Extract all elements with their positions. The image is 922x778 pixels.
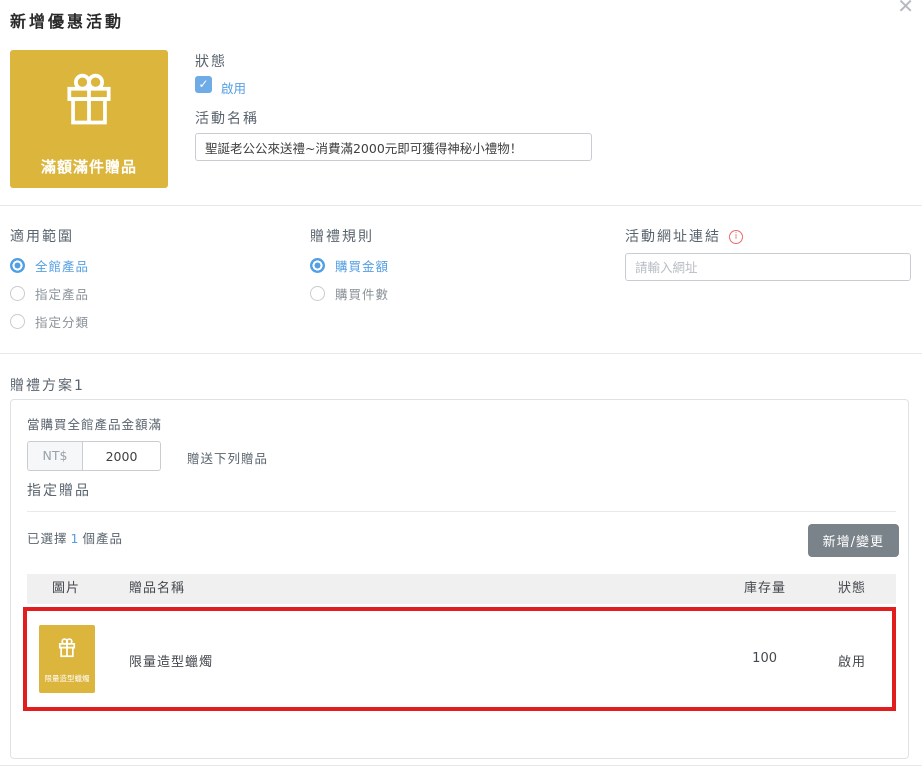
condition-suffix: 贈送下列贈品: [187, 448, 268, 467]
activity-name-input[interactable]: [195, 133, 592, 161]
status-checkbox[interactable]: ✓: [195, 76, 212, 93]
radio-label: 指定分類: [35, 312, 89, 331]
column-header-image: 圖片: [52, 574, 80, 604]
product-image-label: 限量造型蠟燭: [39, 673, 95, 684]
radio-label: 全館產品: [35, 256, 89, 275]
divider: [0, 205, 922, 206]
radio-label: 指定產品: [35, 284, 89, 303]
gift-stock-cell: 100: [727, 651, 777, 666]
status-checkbox-label[interactable]: 啟用: [221, 78, 246, 97]
column-header-name: 贈品名稱: [129, 574, 185, 604]
divider: [0, 353, 922, 354]
activity-url-section: 活動網址連結 i: [625, 226, 915, 246]
radio-unselected-icon: [310, 286, 325, 301]
selected-count-line: 已選擇1個產品: [27, 528, 123, 547]
gift-plan-card: 當購買全館產品金額滿 NT$ 贈送下列贈品 指定贈品 已選擇1個產品 新增/變更…: [10, 399, 909, 759]
activity-url-input[interactable]: [625, 253, 911, 281]
currency-prefix: NT$: [27, 441, 83, 471]
gift-name-cell: 限量造型蠟燭: [129, 651, 213, 670]
radio-specific-products[interactable]: 指定產品: [10, 284, 89, 303]
column-header-stock: 庫存量: [744, 574, 786, 604]
radio-selected-icon: [310, 258, 325, 273]
close-icon[interactable]: ✕: [897, 0, 914, 16]
gift-rule-section: 贈禮規則 購買金額 購買件數: [310, 226, 600, 246]
amount-input[interactable]: [82, 441, 161, 471]
info-icon[interactable]: i: [729, 230, 743, 244]
gift-icon: [59, 70, 119, 130]
activity-name-label: 活動名稱: [195, 108, 259, 128]
radio-selected-icon: [10, 258, 25, 273]
column-header-status: 狀態: [838, 574, 866, 604]
gift-section-title: 指定贈品: [27, 480, 91, 500]
selected-suffix: 個產品: [82, 531, 123, 546]
status-label: 狀態: [195, 51, 227, 71]
add-promotion-modal: ✕ 新增優惠活動 滿額滿件贈品 狀態 ✓ 啟用 活動名稱 適用範圍 全館產品 指: [0, 0, 922, 778]
selected-count: 1: [68, 531, 83, 546]
gift-table-header: 圖片 贈品名稱 庫存量 狀態: [27, 574, 896, 604]
gift-icon: [56, 637, 78, 659]
divider: [0, 765, 922, 766]
radio-all-products[interactable]: 全館產品: [10, 256, 89, 275]
scope-section: 適用範圍 全館產品 指定產品 指定分類: [10, 226, 300, 246]
add-change-button[interactable]: 新增/變更: [808, 524, 899, 557]
activity-url-title: 活動網址連結 i: [625, 226, 915, 246]
radio-purchase-amount[interactable]: 購買金額: [310, 256, 389, 275]
radio-unselected-icon: [10, 286, 25, 301]
promo-type-label: 滿額滿件贈品: [10, 156, 168, 177]
condition-label: 當購買全館產品金額滿: [27, 414, 162, 433]
selected-prefix: 已選擇: [27, 531, 68, 546]
activity-url-title-text: 活動網址連結: [625, 229, 721, 245]
radio-purchase-quantity[interactable]: 購買件數: [310, 284, 389, 303]
scope-title: 適用範圍: [10, 226, 300, 246]
radio-unselected-icon: [10, 314, 25, 329]
gift-status-cell: 啟用: [838, 651, 866, 670]
highlighted-gift-row: 限量造型蠟燭 限量造型蠟燭 100 啟用: [23, 607, 896, 711]
radio-specific-categories[interactable]: 指定分類: [10, 312, 89, 331]
promo-type-card: 滿額滿件贈品: [10, 50, 168, 188]
divider: [27, 511, 896, 512]
gift-plan-title: 贈禮方案1: [10, 375, 85, 395]
gift-rule-title: 贈禮規則: [310, 226, 600, 246]
radio-label: 購買金額: [335, 256, 389, 275]
product-image: 限量造型蠟燭: [39, 625, 95, 693]
radio-label: 購買件數: [335, 284, 389, 303]
page-title: 新增優惠活動: [10, 8, 124, 32]
